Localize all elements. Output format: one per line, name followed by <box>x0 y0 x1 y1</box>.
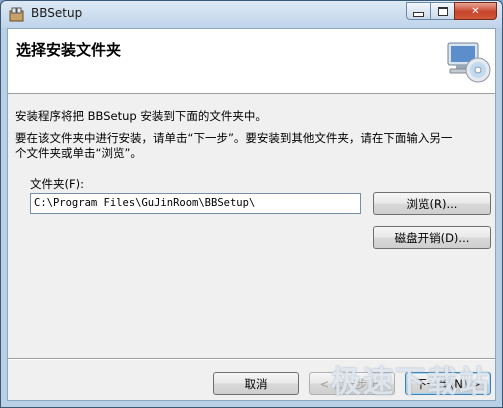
page-title: 选择安装文件夹 <box>16 41 122 59</box>
title-bar[interactable]: BBSetup ✕ <box>1 1 502 28</box>
dialog-client-area: 选择安装文件夹 安装程序将把 BBSetup 安装到下面的文件夹中。 要在该文件… <box>7 28 496 401</box>
instruction-text-line2: 个文件夹或单击“浏览”。 <box>15 146 142 160</box>
folder-path-input[interactable]: C:\Program Files\GuJinRoom\BBSetup\ <box>30 193 361 214</box>
cancel-button[interactable]: 取消 <box>213 372 299 395</box>
maximize-button[interactable] <box>430 2 455 20</box>
intro-text: 安装程序将把 BBSetup 安装到下面的文件夹中。 <box>15 109 267 123</box>
minimize-icon <box>413 11 424 17</box>
window-title: BBSetup <box>31 6 83 20</box>
close-icon: ✕ <box>471 5 480 17</box>
previous-button[interactable]: < 上一步(B) <box>309 372 395 395</box>
close-button[interactable]: ✕ <box>454 2 497 20</box>
installer-app-icon <box>9 7 24 22</box>
header-banner: 选择安装文件夹 <box>8 29 495 94</box>
setup-window: BBSetup ✕ 选择安装文件夹 安装程序将把 BBSetup 安装到下面的文… <box>0 0 503 408</box>
footer-divider <box>8 358 495 360</box>
browse-button[interactable]: 浏览(R)... <box>373 192 491 215</box>
folder-label: 文件夹(F): <box>30 177 84 191</box>
disk-cost-button[interactable]: 磁盘开销(D)... <box>373 226 491 249</box>
maximize-icon <box>437 6 448 16</box>
caption-buttons: ✕ <box>406 2 497 20</box>
instruction-text-line1: 要在该文件夹中进行安装，请单击“下一步”。要安装到其他文件夹，请在下面输入另一 <box>15 131 453 145</box>
minimize-button[interactable] <box>406 2 431 20</box>
computer-cd-icon <box>447 42 491 83</box>
next-button[interactable]: 下一步(N) > <box>405 372 491 395</box>
